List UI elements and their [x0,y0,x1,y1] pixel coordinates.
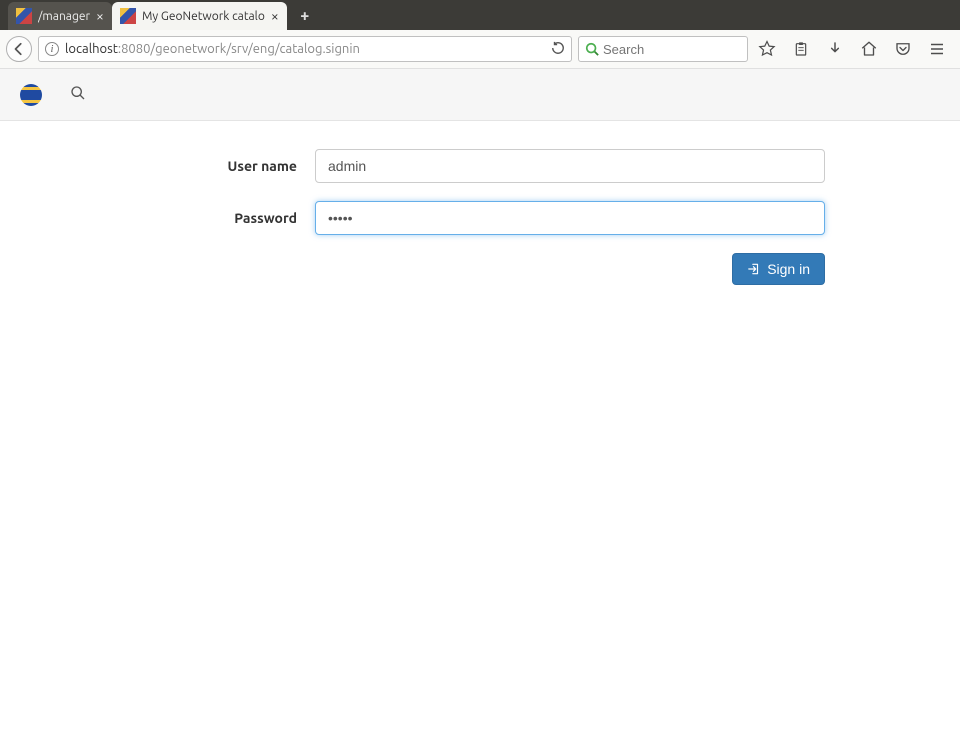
app-header [0,69,960,121]
info-icon[interactable]: i [45,42,59,56]
signin-form: User name Password Sign in [0,121,960,313]
close-icon[interactable]: × [96,9,104,23]
bookmark-star-icon[interactable] [758,40,776,58]
browser-chrome: /manager × My GeoNetwork catalo × + i lo… [0,0,960,69]
new-tab-button[interactable]: + [291,4,319,28]
username-row: User name [60,149,900,183]
tab-geonetwork[interactable]: My GeoNetwork catalo × [112,2,287,30]
browser-search-bar[interactable] [578,36,748,62]
signin-icon [747,262,761,276]
menu-icon[interactable] [928,40,946,58]
favicon-icon [120,8,136,24]
password-input[interactable] [315,201,825,235]
clipboard-icon[interactable] [792,40,810,58]
geonetwork-logo-icon[interactable] [20,84,42,106]
search-icon[interactable] [70,85,86,104]
tab-title: /manager [38,10,90,23]
form-actions: Sign in [60,253,825,285]
username-input[interactable] [315,149,825,183]
home-icon[interactable] [860,40,878,58]
back-button[interactable] [6,36,32,62]
download-icon[interactable] [826,40,844,58]
password-row: Password [60,201,900,235]
url-bar[interactable]: i localhost:8080/geonetwork/srv/eng/cata… [38,36,572,62]
arrow-left-icon [12,42,26,56]
reload-button[interactable] [551,41,565,58]
tab-manager[interactable]: /manager × [8,2,112,30]
signin-button[interactable]: Sign in [732,253,825,285]
search-engine-icon [585,42,599,56]
pocket-icon[interactable] [894,40,912,58]
favicon-icon [16,8,32,24]
browser-search-input[interactable] [603,42,741,57]
toolbar-icons [754,40,954,58]
url-text: localhost:8080/geonetwork/srv/eng/catalo… [65,42,360,56]
tab-title: My GeoNetwork catalo [142,10,265,23]
tab-bar: /manager × My GeoNetwork catalo × + [0,0,960,30]
close-icon[interactable]: × [271,9,279,23]
signin-button-label: Sign in [767,261,810,277]
password-label: Password [60,210,315,226]
username-label: User name [60,158,315,174]
nav-bar: i localhost:8080/geonetwork/srv/eng/cata… [0,30,960,68]
